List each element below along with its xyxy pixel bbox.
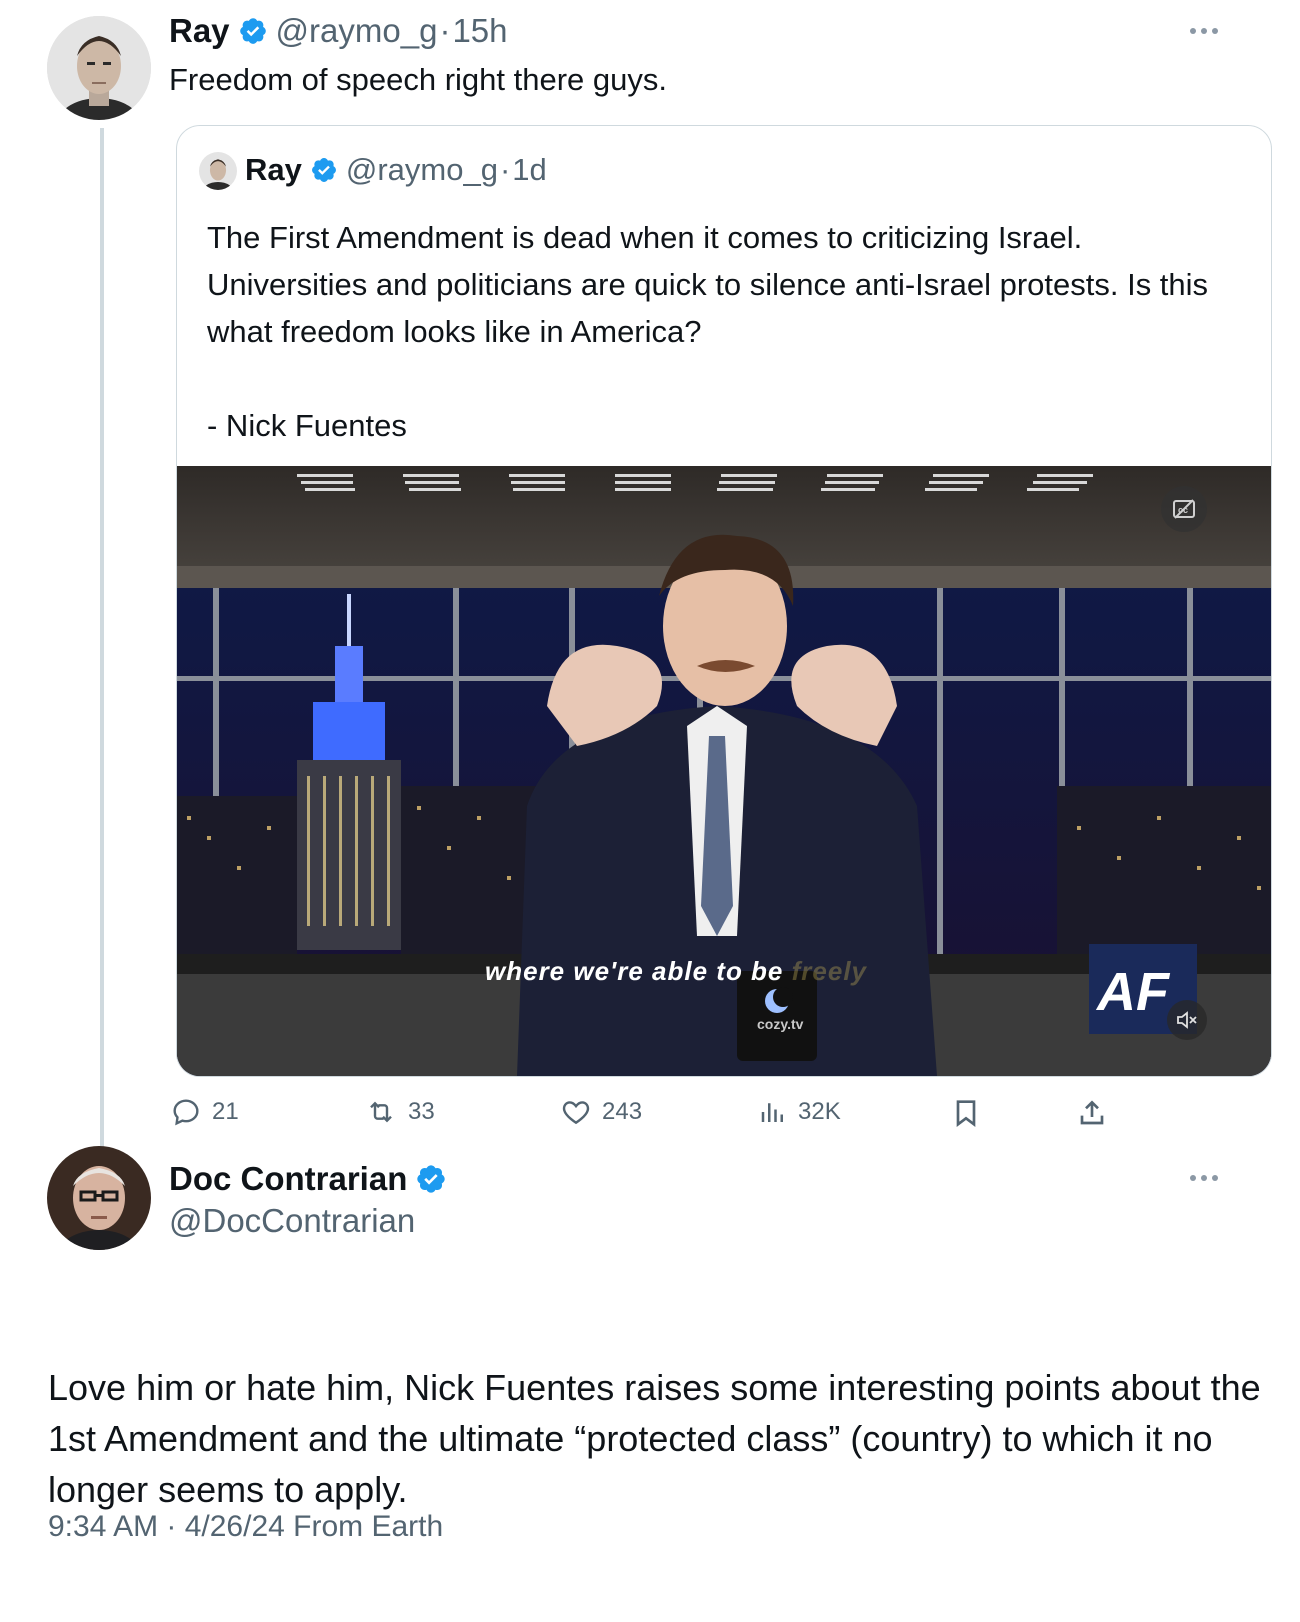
tweet2-header: Doc Contrarian <box>169 1160 447 1198</box>
tweet1-timestamp[interactable]: 15h <box>452 12 507 50</box>
repost-count: 33 <box>408 1098 435 1125</box>
mute-button[interactable] <box>1167 1000 1207 1040</box>
bookmark-button[interactable] <box>950 1096 982 1130</box>
tweet2-timestamp-meta: 9:34 AM · 4/26/24 From Earth <box>48 1510 444 1543</box>
repost-icon <box>370 1101 392 1123</box>
tweet2-more-options-icon[interactable] <box>1190 1175 1218 1181</box>
doc-handle[interactable]: @DocContrarian <box>169 1202 415 1240</box>
bookmark-icon <box>956 1100 976 1127</box>
like-button[interactable]: 243 <box>560 1096 642 1128</box>
video-caption-faded-text: freely <box>791 956 868 986</box>
quoted-handle: @raymo_g <box>345 152 498 187</box>
doc-contrarian-avatar[interactable] <box>47 1146 151 1250</box>
verified-badge-icon <box>311 158 336 182</box>
thread-connector-line <box>100 128 104 1168</box>
captions-icon: cc <box>1173 499 1195 519</box>
separator-dot: · <box>499 152 511 187</box>
captions-button[interactable]: cc <box>1161 486 1207 532</box>
repost-button[interactable]: 33 <box>364 1096 435 1128</box>
ray-display-name[interactable]: Ray <box>169 12 230 50</box>
reply-icon <box>173 1099 199 1126</box>
views-button[interactable]: 32K <box>758 1096 841 1128</box>
video-player[interactable]: where we're able to be freely cozy.tv AF… <box>177 466 1271 1076</box>
quoted-display-name: Ray <box>245 152 302 187</box>
quoted-tweet-text: The First Amendment is dead when it come… <box>207 220 1209 443</box>
tweet1-header: Ray @raymo_g · 15h <box>169 12 508 50</box>
quoted-tweet-card[interactable]: Ray @raymo_g · 1d The First Amendment is… <box>176 125 1272 1077</box>
like-count: 243 <box>602 1098 643 1125</box>
af-logo-text: AF <box>1097 962 1169 1022</box>
mug-logo-text: cozy.tv <box>757 1016 804 1032</box>
verified-badge-icon <box>239 18 266 44</box>
doc-display-name[interactable]: Doc Contrarian <box>169 1160 407 1198</box>
tweet2-text: Love him or hate him, Nick Fuentes raise… <box>48 1367 1261 1510</box>
quoted-timestamp: 1d <box>512 152 547 187</box>
quoted-header: Ray @raymo_g · 1d <box>245 152 547 188</box>
share-icon <box>1080 1100 1104 1125</box>
heart-icon <box>562 1101 590 1125</box>
volume-muted-icon <box>1177 1011 1197 1029</box>
reply-count: 21 <box>212 1098 239 1125</box>
share-button[interactable] <box>1076 1096 1108 1130</box>
video-caption: where we're able to be freely <box>485 956 867 987</box>
ray-avatar[interactable] <box>47 16 151 120</box>
video-caption-text: where we're able to be <box>485 956 784 986</box>
tweet1-more-options-icon[interactable] <box>1190 28 1218 34</box>
tweet1-text: Freedom of speech right there guys. <box>169 62 667 97</box>
verified-badge-icon <box>417 1165 446 1193</box>
views-analytics-icon <box>761 1103 783 1122</box>
ray-handle[interactable]: @raymo_g <box>276 12 438 50</box>
views-count: 32K <box>798 1098 841 1125</box>
separator-dot: · <box>439 12 451 49</box>
reply-button[interactable]: 21 <box>170 1096 239 1128</box>
quoted-ray-avatar <box>199 152 237 190</box>
